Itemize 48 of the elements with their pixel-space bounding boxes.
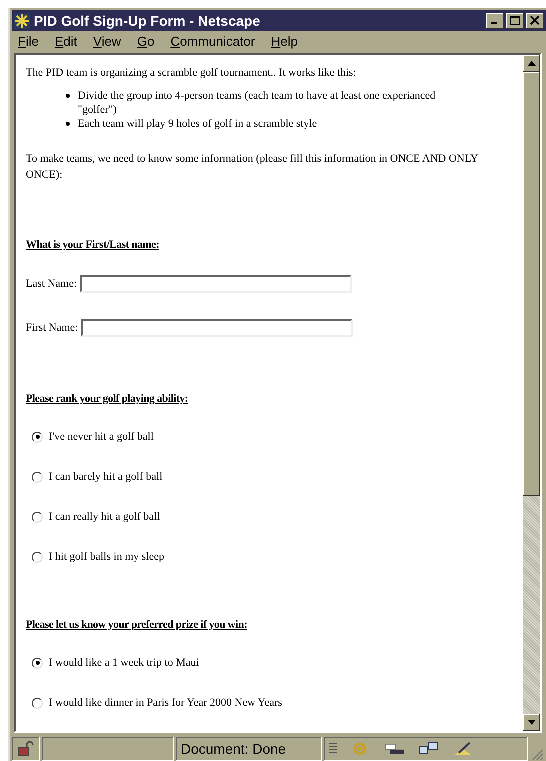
section-heading: Please let us know your preferred prize if you win: (26, 619, 248, 631)
field-label: Last Name: (26, 278, 78, 290)
down-arrow-icon (528, 720, 536, 725)
menu-item[interactable]: Go (137, 34, 155, 48)
status-text: Document: Done (181, 741, 286, 757)
bullet-icon (66, 94, 70, 98)
bullet-text: Divide the group into 4-person teams (each team to have at least one experianced "golfer") (78, 89, 437, 117)
radio-button[interactable] (32, 552, 43, 562)
radio-label: I've never hit a golf ball (49, 431, 154, 443)
bullet-icon (66, 122, 70, 126)
up-arrow-icon (528, 61, 536, 66)
unlocked-padlock-icon[interactable] (18, 741, 34, 757)
menu-item[interactable]: File (18, 34, 39, 48)
instructions-paragraph: To make teams, we need to know some information (please fill this information in ONCE AND ONLY ONCE): (26, 152, 480, 183)
section-heading: What is your First/Last name: (26, 239, 160, 251)
radio-label: I would like a 1 week trip to Maui (49, 657, 200, 669)
radio-label: I hit golf balls in my sleep (49, 551, 164, 563)
section-heading: Please rank your golf playing ability: (26, 393, 190, 405)
close-icon (530, 16, 540, 25)
pen-paper-icon[interactable] (453, 741, 473, 757)
radio-label: I can barely hit a golf ball (49, 471, 163, 483)
radio-button[interactable] (32, 512, 43, 522)
app-icon (14, 12, 30, 28)
radio-button[interactable] (32, 698, 43, 708)
menu-item[interactable]: Communicator (170, 34, 256, 48)
minimize-button[interactable] (486, 12, 504, 28)
field-label: First Name: (26, 322, 78, 334)
menu-item[interactable]: View (93, 34, 122, 48)
text-field[interactable] (81, 319, 354, 337)
radio-label: I can really hit a golf ball (49, 511, 160, 523)
mail-tray-icon[interactable] (385, 741, 405, 757)
window-title: PID Golf Sign-Up Form - Netscape (34, 12, 262, 28)
text-field[interactable] (80, 275, 352, 293)
radio-button[interactable] (32, 432, 43, 442)
bullet-text: Each team will play 9 holes of golf in a scramble style (78, 117, 318, 131)
close-button[interactable] (526, 12, 544, 28)
radio-button[interactable] (32, 472, 43, 482)
menu-item[interactable]: Help (271, 34, 298, 48)
radio-button[interactable] (32, 658, 43, 668)
scroll-up-button[interactable] (523, 55, 540, 72)
intro-paragraph: The PID team is organizing a scramble golf tournament.. It works like this: (26, 67, 358, 79)
maximize-button[interactable] (506, 12, 524, 28)
menu-item[interactable]: Edit (54, 34, 78, 48)
speech-bubbles-icon[interactable] (419, 741, 439, 757)
radio-label: I would like dinner in Paris for Year 2000 New Years (49, 697, 282, 709)
maximize-icon (510, 16, 520, 25)
resize-grip-icon[interactable] (530, 747, 544, 761)
scroll-down-button[interactable] (523, 714, 540, 731)
